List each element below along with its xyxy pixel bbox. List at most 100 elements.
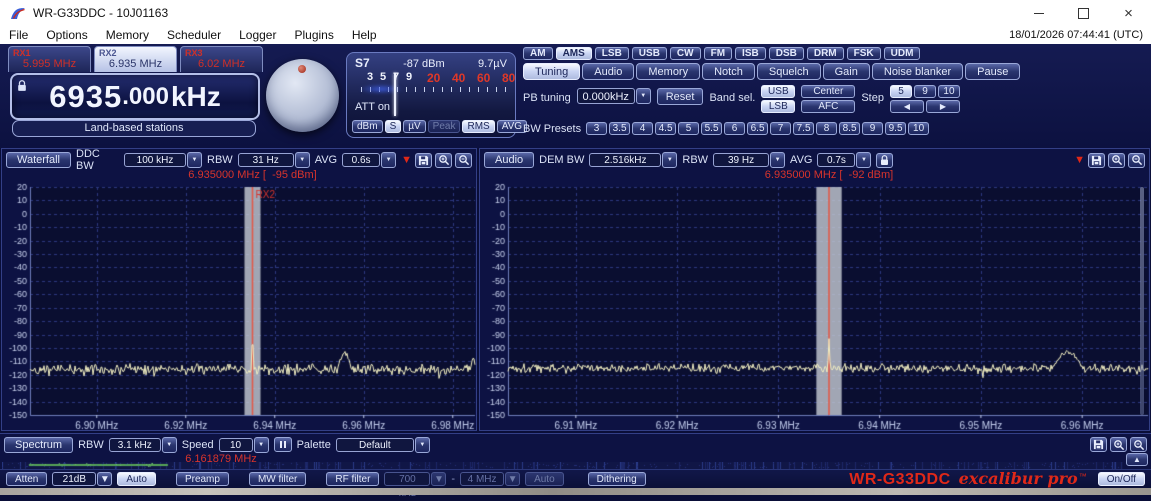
- dropdown-button[interactable]: ▼: [770, 152, 785, 168]
- tab-memory[interactable]: Memory: [636, 63, 700, 80]
- field-value-avg[interactable]: 0.6s: [342, 153, 380, 167]
- bw-preset-6.5[interactable]: 6.5: [747, 122, 768, 135]
- waterfall-rbw-dropdown[interactable]: ▼: [162, 437, 177, 453]
- rf-filter-auto-button[interactable]: Auto: [525, 472, 564, 486]
- field-value-ddc-bw[interactable]: 100 kHz: [124, 153, 186, 167]
- tab-audio[interactable]: Audio: [582, 63, 634, 80]
- atten-auto-button[interactable]: Auto: [117, 472, 156, 486]
- mode-isb[interactable]: ISB: [735, 47, 766, 60]
- bw-preset-3.5[interactable]: 3.5: [609, 122, 630, 135]
- bw-preset-7[interactable]: 7: [770, 122, 791, 135]
- save-button[interactable]: [1090, 437, 1107, 452]
- zoom-out-button[interactable]: [1128, 153, 1145, 168]
- rf-filter-high-dropdown[interactable]: ▼: [505, 472, 520, 486]
- step-up-button[interactable]: ▶: [926, 100, 960, 113]
- mode-fsk[interactable]: FSK: [847, 47, 881, 60]
- tab-squelch[interactable]: Squelch: [757, 63, 821, 80]
- waterfall-speed-value[interactable]: 10: [219, 438, 253, 452]
- zoom-in-button[interactable]: [1108, 153, 1125, 168]
- mode-ams[interactable]: AMS: [556, 47, 592, 60]
- rx-tab-rx1[interactable]: RX15.995 MHz: [8, 46, 91, 72]
- menu-file[interactable]: File: [0, 28, 37, 42]
- tab-noise-blanker[interactable]: Noise blanker: [872, 63, 963, 80]
- palette-dropdown[interactable]: ▼: [415, 437, 430, 453]
- panel-tab-waterfall[interactable]: Waterfall: [6, 152, 71, 168]
- rx-tab-rx3[interactable]: RX36.02 MHz: [180, 46, 263, 72]
- maximize-button[interactable]: [1061, 0, 1106, 26]
- rf-filter-low-dropdown[interactable]: ▼: [431, 472, 446, 486]
- bw-preset-8[interactable]: 8: [816, 122, 837, 135]
- bw-preset-9[interactable]: 9: [862, 122, 883, 135]
- bw-preset-5[interactable]: 5: [678, 122, 699, 135]
- menu-help[interactable]: Help: [343, 28, 386, 42]
- bw-preset-7.5[interactable]: 7.5: [793, 122, 814, 135]
- tab-tuning[interactable]: Tuning: [523, 63, 580, 80]
- bw-preset-9.5[interactable]: 9.5: [885, 122, 906, 135]
- rf-filter-low-value[interactable]: 700 kHz: [384, 472, 430, 486]
- mode-udm[interactable]: UDM: [884, 47, 921, 60]
- rf-filter-button[interactable]: RF filter: [326, 472, 379, 486]
- meter-btn-peak[interactable]: Peak: [428, 120, 461, 133]
- atten-dropdown[interactable]: ▼: [97, 472, 112, 486]
- minimize-button[interactable]: [1016, 0, 1061, 26]
- meter-btn-s[interactable]: S: [385, 120, 402, 133]
- menu-options[interactable]: Options: [37, 28, 96, 42]
- mode-drm[interactable]: DRM: [807, 47, 844, 60]
- band-usb-button[interactable]: USB: [761, 85, 795, 98]
- zoom-in-button[interactable]: [435, 153, 452, 168]
- pb-tuning-input[interactable]: 0.000kHz: [577, 88, 635, 104]
- marker-icon[interactable]: ▼: [401, 155, 412, 166]
- mode-cw[interactable]: CW: [670, 47, 701, 60]
- audio-spectrum-display[interactable]: [481, 182, 1150, 430]
- zoom-in-button[interactable]: [1110, 437, 1127, 452]
- dropdown-button[interactable]: ▼: [856, 152, 871, 168]
- rf-filter-high-value[interactable]: 4 MHz: [460, 472, 504, 486]
- bw-preset-3[interactable]: 3: [586, 122, 607, 135]
- dropdown-button[interactable]: ▼: [662, 152, 677, 168]
- save-button[interactable]: [1088, 153, 1105, 168]
- tab-notch[interactable]: Notch: [702, 63, 755, 80]
- step-9-button[interactable]: 9: [914, 85, 936, 98]
- center-button[interactable]: Center: [801, 85, 855, 98]
- mode-dsb[interactable]: DSB: [769, 47, 804, 60]
- field-value-dem-bw[interactable]: 2.516kHz: [589, 153, 661, 167]
- close-button[interactable]: ×: [1106, 0, 1151, 26]
- field-value-rbw[interactable]: 39 Hz: [713, 153, 769, 167]
- panel-tab-audio[interactable]: Audio: [484, 152, 534, 168]
- waterfall-rbw-value[interactable]: 3.1 kHz: [109, 438, 161, 452]
- field-value-rbw[interactable]: 31 Hz: [238, 153, 294, 167]
- field-value-avg[interactable]: 0.7s: [817, 153, 855, 167]
- meter-btn-µv[interactable]: µV: [403, 120, 425, 133]
- meter-btn-rms[interactable]: RMS: [462, 120, 494, 133]
- step-down-button[interactable]: ◀: [890, 100, 924, 113]
- waterfall-display[interactable]: [2, 462, 1123, 469]
- rx-tab-rx2[interactable]: RX26.935 MHz: [94, 46, 177, 72]
- mode-lsb[interactable]: LSB: [595, 47, 629, 60]
- bw-preset-10[interactable]: 10: [908, 122, 929, 135]
- mode-am[interactable]: AM: [523, 47, 553, 60]
- bw-preset-5.5[interactable]: 5.5: [701, 122, 722, 135]
- waterfall-speed-dropdown[interactable]: ▼: [254, 437, 269, 453]
- dropdown-button[interactable]: ▼: [187, 152, 202, 168]
- zoom-out-button[interactable]: [1130, 437, 1147, 452]
- menu-plugins[interactable]: Plugins: [285, 28, 342, 42]
- palette-value[interactable]: Default: [336, 438, 414, 452]
- bw-preset-8.5[interactable]: 8.5: [839, 122, 860, 135]
- save-button[interactable]: [415, 153, 432, 168]
- bw-preset-4.5[interactable]: 4.5: [655, 122, 676, 135]
- menu-scheduler[interactable]: Scheduler: [158, 28, 230, 42]
- expand-panel-button[interactable]: ▲: [1126, 453, 1148, 466]
- mw-filter-button[interactable]: MW filter: [249, 472, 306, 486]
- rf-spectrum-display[interactable]: [3, 182, 477, 430]
- zoom-out-button[interactable]: [455, 153, 472, 168]
- frequency-display[interactable]: 6935.000kHz: [10, 73, 260, 120]
- menu-logger[interactable]: Logger: [230, 28, 285, 42]
- step-10-button[interactable]: 10: [938, 85, 960, 98]
- mode-usb[interactable]: USB: [632, 47, 667, 60]
- atten-button[interactable]: Atten: [6, 472, 47, 486]
- pause-button[interactable]: [274, 437, 292, 452]
- mode-fm[interactable]: FM: [704, 47, 732, 60]
- dropdown-button[interactable]: ▼: [381, 152, 396, 168]
- step-5-button[interactable]: 5: [890, 85, 912, 98]
- tab-pause[interactable]: Pause: [965, 63, 1020, 80]
